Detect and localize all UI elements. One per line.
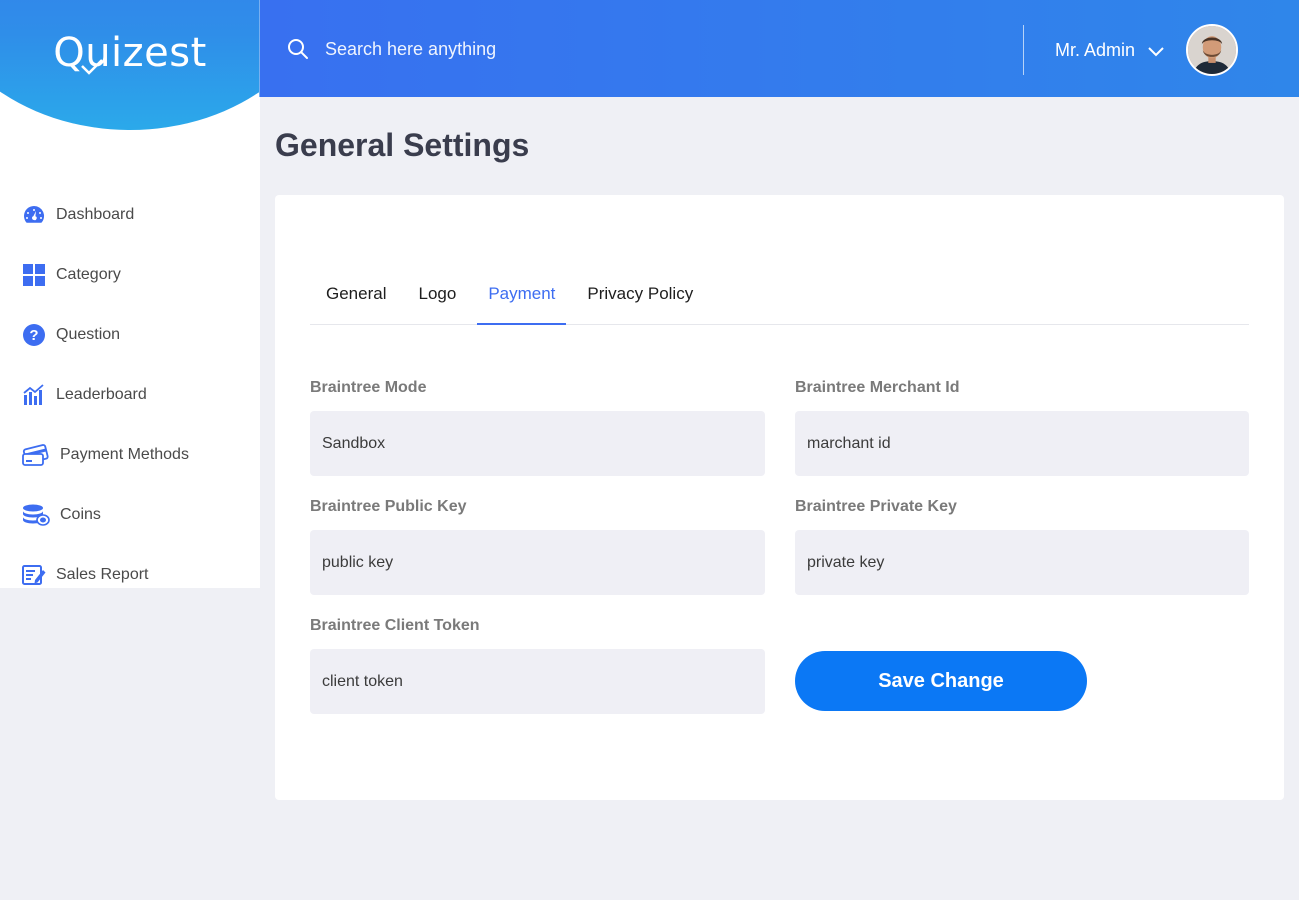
sidebar-item-sales-report[interactable]: Sales Report (0, 545, 260, 588)
user-name: Mr. Admin (1055, 40, 1136, 60)
sidebar-item-label: Leaderboard (56, 386, 147, 403)
sidebar-item-label: Sales Report (56, 566, 149, 583)
dashboard-icon (22, 203, 46, 227)
page-title: General Settings (275, 127, 530, 163)
settings-card: General Logo Payment Privacy Policy Brai… (275, 195, 1284, 800)
sidebar-item-coins[interactable]: Coins (0, 485, 260, 545)
braintree-private-key-label: Braintree Private Key (795, 498, 957, 515)
braintree-client-token-input[interactable] (310, 649, 765, 714)
sidebar-item-question[interactable]: ? Question (0, 305, 260, 365)
sidebar-item-label: Question (56, 326, 121, 343)
sidebar-item-label: Coins (60, 506, 101, 523)
sidebar-item-dashboard[interactable]: Dashboard (0, 185, 260, 245)
coins-icon (22, 503, 50, 527)
header-divider (1023, 25, 1024, 75)
sidebar-item-leaderboard[interactable]: Leaderboard (0, 365, 260, 425)
credit-card-icon (22, 443, 50, 467)
user-menu[interactable]: Mr. Admin (1055, 40, 1165, 61)
tab-logo[interactable]: Logo (407, 271, 467, 325)
sidebar-item-category[interactable]: Category (0, 245, 260, 305)
sidebar-item-label: Payment Methods (60, 446, 189, 463)
sidebar: Quizest Dashboard Category ? Question Le… (0, 0, 260, 588)
tab-general[interactable]: General (310, 271, 397, 325)
chevron-down-icon (1148, 46, 1164, 56)
tab-payment[interactable]: Payment (477, 271, 567, 325)
search-icon[interactable] (287, 38, 309, 60)
braintree-merchant-id-input[interactable] (795, 411, 1249, 476)
sidebar-item-label: Dashboard (56, 206, 135, 223)
tab-privacy-policy[interactable]: Privacy Policy (576, 271, 704, 325)
braintree-mode-input[interactable] (310, 411, 765, 476)
braintree-public-key-label: Braintree Public Key (310, 498, 467, 515)
settings-tabs: General Logo Payment Privacy Policy (310, 271, 1249, 325)
braintree-client-token-label: Braintree Client Token (310, 617, 480, 634)
sidebar-item-label: Category (56, 266, 121, 283)
braintree-private-key-input[interactable] (795, 530, 1249, 595)
top-header: Mr. Admin (259, 0, 1299, 97)
save-change-button[interactable]: Save Change (795, 651, 1087, 711)
sidebar-nav: Dashboard Category ? Question Leaderboar… (0, 185, 260, 588)
report-icon (22, 563, 46, 587)
sidebar-item-payment-methods[interactable]: Payment Methods (0, 425, 260, 485)
svg-text:?: ? (29, 327, 38, 344)
avatar[interactable] (1186, 24, 1238, 76)
logo-check-mark (81, 59, 103, 75)
braintree-public-key-input[interactable] (310, 530, 765, 595)
braintree-mode-label: Braintree Mode (310, 379, 427, 396)
bar-chart-icon (22, 383, 46, 407)
braintree-merchant-id-label: Braintree Merchant Id (795, 379, 960, 396)
app-logo[interactable]: Quizest (0, 30, 260, 76)
grid-icon (22, 263, 46, 287)
search-input[interactable] (325, 34, 725, 64)
question-icon: ? (22, 323, 46, 347)
